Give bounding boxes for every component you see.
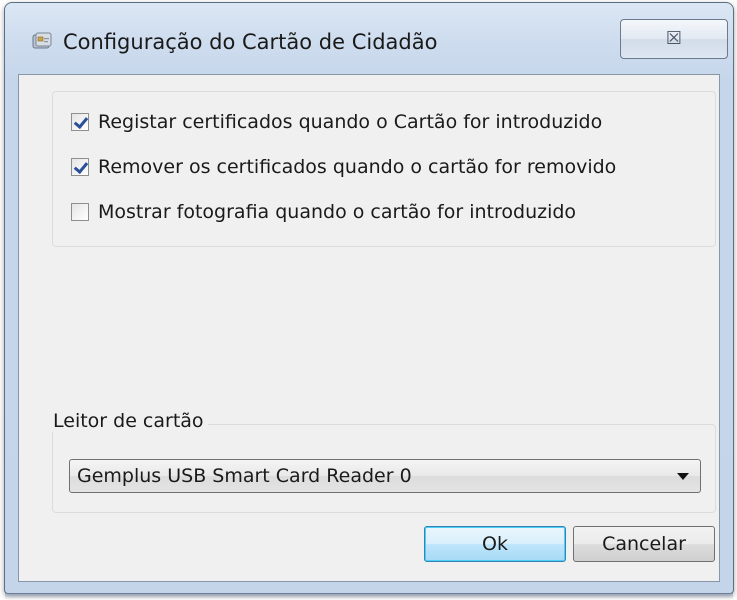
options-group: Registar certificados quando o Cartão fo… (52, 91, 716, 247)
close-icon: ☒ (665, 28, 683, 49)
option-remove-certificates[interactable]: Remover os certificados quando o cartão … (71, 155, 616, 179)
card-reader-select[interactable]: Gemplus USB Smart Card Reader 0 (69, 459, 701, 493)
remove-certificates-checkbox[interactable] (71, 158, 89, 176)
card-reader-legend: Leitor de cartão (50, 410, 208, 432)
close-button[interactable]: ☒ (620, 19, 728, 59)
dialog-window: Configuração do Cartão de Cidadão ☒ Regi… (4, 2, 734, 599)
option-label: Remover os certificados quando o cartão … (98, 156, 617, 178)
option-label: Registar certificados quando o Cartão fo… (98, 111, 603, 133)
option-label: Mostrar fotografia quando o cartão for i… (98, 201, 577, 223)
chevron-down-icon[interactable] (677, 472, 689, 480)
card-reader-selected-value: Gemplus USB Smart Card Reader 0 (77, 465, 412, 487)
cancel-button[interactable]: Cancelar (573, 526, 715, 562)
show-photo-checkbox[interactable] (71, 203, 89, 221)
ok-button[interactable]: Ok (424, 526, 566, 562)
smart-card-icon (32, 32, 52, 49)
register-certificates-checkbox[interactable] (71, 113, 89, 131)
option-register-certificates[interactable]: Registar certificados quando o Cartão fo… (71, 110, 602, 134)
dialog-body: Registar certificados quando o Cartão fo… (18, 74, 720, 582)
option-show-photo[interactable]: Mostrar fotografia quando o cartão for i… (71, 200, 576, 224)
window-title: Configuração do Cartão de Cidadão (63, 30, 438, 54)
title-bar[interactable]: Configuração do Cartão de Cidadão ☒ (5, 3, 733, 75)
